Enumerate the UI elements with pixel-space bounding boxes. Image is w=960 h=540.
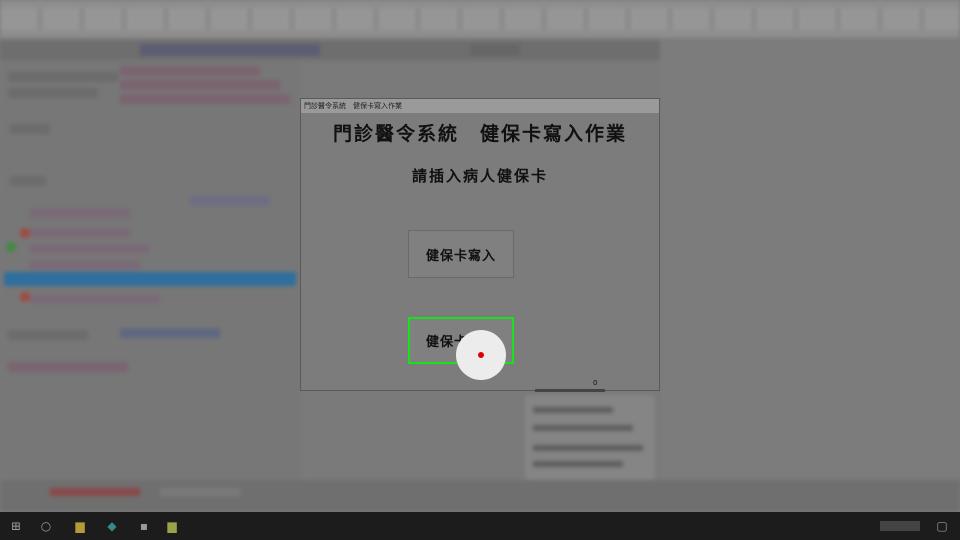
browser-icon[interactable]: ◆ (104, 518, 120, 534)
background-row (30, 228, 130, 238)
background-info-panel (525, 395, 655, 485)
background-tab-row (0, 40, 660, 60)
background-row (8, 330, 88, 340)
insert-card-instruction: 請插入病人健保卡 (411, 167, 548, 185)
counter-label: 0 (593, 379, 598, 387)
taskbar: ⊞ ○ ▆ ◆ ▪ ▆ ▢ (0, 512, 960, 540)
background-row (120, 66, 260, 76)
write-card-button[interactable]: 健保卡寫入 (408, 230, 514, 278)
background-row (8, 88, 98, 98)
background-row (30, 244, 150, 254)
folder-icon[interactable]: ▆ (72, 518, 88, 534)
background-row (10, 176, 46, 186)
background-selected-row (4, 272, 296, 286)
background-row (30, 208, 130, 218)
background-row (10, 124, 50, 134)
start-icon[interactable]: ⊞ (8, 518, 24, 534)
background-right-panel (660, 40, 960, 500)
background-row (120, 80, 280, 90)
cursor-pointer-icon (478, 352, 484, 358)
background-row (190, 196, 270, 206)
background-divider (535, 389, 605, 392)
background-row (30, 294, 160, 304)
background-status-bar (0, 480, 960, 512)
dialog-title-bar: 門診醫令系統 健保卡寫入作業 (301, 99, 659, 113)
background-status-dot (20, 292, 30, 302)
dialog-heading: 門診醫令系統 健保卡寫入作業 (332, 123, 627, 145)
background-status-dot (20, 228, 30, 238)
background-patient-list (0, 60, 300, 480)
background-row (8, 72, 118, 82)
background-menubar (0, 0, 960, 38)
background-status-dot (6, 242, 16, 252)
search-icon[interactable]: ○ (38, 518, 54, 534)
app-icon[interactable]: ▪ (136, 518, 152, 534)
clock (880, 521, 920, 531)
background-row (120, 94, 290, 104)
active-app-icon[interactable]: ▆ (164, 518, 180, 534)
background-row (8, 362, 128, 372)
notification-icon[interactable]: ▢ (934, 518, 950, 534)
background-row (30, 260, 140, 270)
background-row (120, 328, 220, 338)
